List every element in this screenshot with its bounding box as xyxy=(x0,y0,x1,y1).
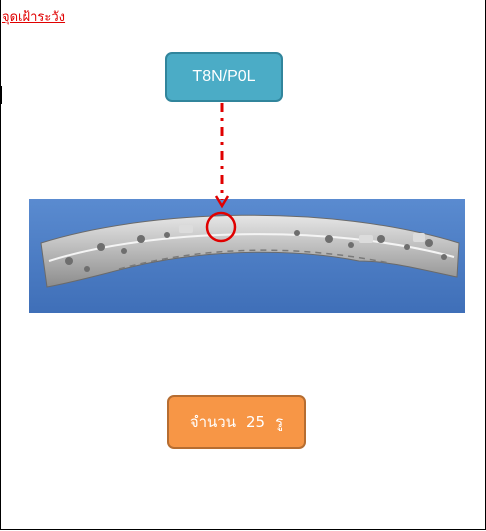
part-code-label: T8N/P0L xyxy=(192,68,256,85)
text-cursor-mark xyxy=(0,86,2,104)
caution-heading: จุดเฝ้าระวัง xyxy=(2,10,66,25)
part-photo xyxy=(29,199,465,313)
count-value: 25 xyxy=(246,413,266,431)
count-unit: รู xyxy=(275,413,284,431)
count-prefix: จำนวน xyxy=(189,413,236,431)
hole-count-box: จำนวน 25 รู xyxy=(167,395,306,449)
part-code-box: T8N/P0L xyxy=(165,52,283,102)
